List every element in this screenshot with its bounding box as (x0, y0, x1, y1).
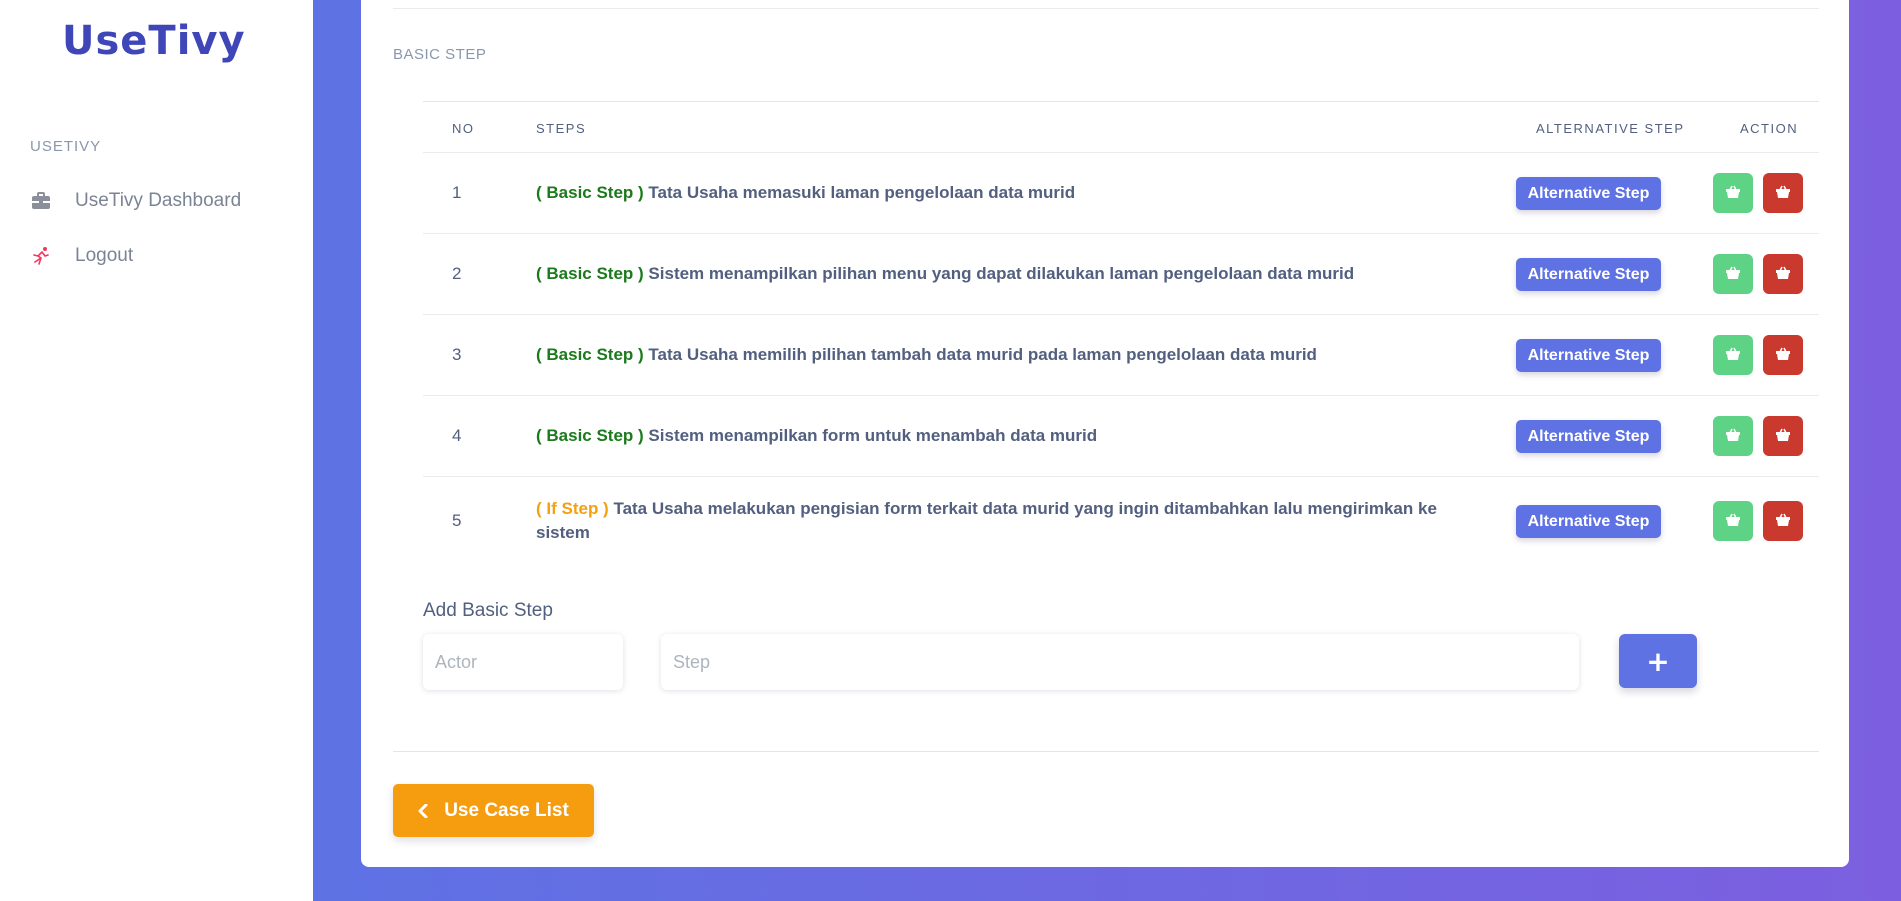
divider (393, 8, 1819, 9)
basket-icon (1776, 428, 1790, 444)
row-number: 5 (452, 511, 462, 530)
header-action: ACTION (1740, 121, 1799, 136)
table-row: 5 ( If Step ) Tata Usaha melakukan pengi… (423, 477, 1819, 565)
step-text: ( If Step ) Tata Usaha melakukan pengisi… (536, 497, 1466, 545)
sidebar-item-logout[interactable]: Logout (30, 241, 133, 271)
briefcase-icon (30, 190, 52, 212)
basket-icon (1776, 266, 1790, 282)
sidebar-item-dashboard[interactable]: UseTivy Dashboard (30, 186, 241, 216)
table-row: 4 ( Basic Step ) Sistem menampilkan form… (423, 396, 1819, 477)
delete-button[interactable] (1763, 254, 1803, 294)
steps-table: NO STEPS ALTERNATIVE STEP ACTION 1 ( Bas… (423, 101, 1819, 565)
alternative-step-button[interactable]: Alternative Step (1516, 505, 1661, 538)
basket-icon (1726, 513, 1740, 529)
step-tag: ( Basic Step ) (536, 264, 644, 283)
table-header: NO STEPS ALTERNATIVE STEP ACTION (423, 102, 1819, 153)
edit-button[interactable] (1713, 254, 1753, 294)
basket-icon (1726, 266, 1740, 282)
chevron-left-icon (418, 803, 428, 818)
logo[interactable]: UseTivy (62, 18, 246, 64)
basket-icon (1776, 347, 1790, 363)
row-number: 1 (452, 183, 462, 202)
step-input[interactable] (661, 634, 1579, 690)
edit-button[interactable] (1713, 501, 1753, 541)
delete-button[interactable] (1763, 416, 1803, 456)
header-no: NO (452, 121, 475, 136)
header-alternative-step: ALTERNATIVE STEP (1536, 121, 1685, 136)
alternative-step-button[interactable]: Alternative Step (1516, 258, 1661, 291)
delete-button[interactable] (1763, 501, 1803, 541)
use-case-list-button[interactable]: Use Case List (393, 784, 594, 837)
row-number: 3 (452, 345, 462, 364)
use-case-list-label: Use Case List (444, 799, 569, 821)
edit-button[interactable] (1713, 173, 1753, 213)
add-basic-step-label: Add Basic Step (423, 600, 553, 621)
running-person-icon (30, 245, 52, 267)
step-description: Sistem menampilkan form untuk menambah d… (643, 426, 1098, 445)
delete-button[interactable] (1763, 335, 1803, 375)
step-text: ( Basic Step ) Tata Usaha memasuki laman… (536, 181, 1466, 205)
step-description: Sistem menampilkan pilihan menu yang dap… (643, 264, 1355, 283)
sidebar-item-label: UseTivy Dashboard (75, 190, 242, 211)
basket-icon (1726, 428, 1740, 444)
basket-icon (1726, 185, 1740, 201)
step-tag: ( Basic Step ) (536, 345, 644, 364)
edit-button[interactable] (1713, 335, 1753, 375)
add-step-button[interactable]: + (1619, 634, 1697, 688)
alternative-step-button[interactable]: Alternative Step (1516, 339, 1661, 372)
row-number: 2 (452, 264, 462, 283)
step-text: ( Basic Step ) Sistem menampilkan form u… (536, 424, 1466, 448)
basket-icon (1776, 185, 1790, 201)
sidebar: UseTivy USETIVY UseTivy Dashboard Logout (0, 0, 313, 901)
step-text: ( Basic Step ) Tata Usaha memilih piliha… (536, 343, 1466, 367)
edit-button[interactable] (1713, 416, 1753, 456)
actor-input[interactable] (423, 634, 623, 690)
table-row: 3 ( Basic Step ) Tata Usaha memilih pili… (423, 315, 1819, 396)
row-number: 4 (452, 426, 462, 445)
alternative-step-button[interactable]: Alternative Step (1516, 177, 1661, 210)
basket-icon (1726, 347, 1740, 363)
step-tag: ( If Step ) (536, 499, 609, 518)
step-text: ( Basic Step ) Sistem menampilkan piliha… (536, 262, 1466, 286)
step-description: Tata Usaha melakukan pengisian form terk… (536, 499, 1437, 542)
sidebar-item-label: Logout (75, 245, 134, 266)
delete-button[interactable] (1763, 173, 1803, 213)
divider (393, 751, 1819, 752)
step-tag: ( Basic Step ) (536, 183, 644, 202)
step-description: Tata Usaha memilih pilihan tambah data m… (643, 345, 1317, 364)
table-row: 2 ( Basic Step ) Sistem menampilkan pili… (423, 234, 1819, 315)
basket-icon (1776, 513, 1790, 529)
sidebar-heading: USETIVY (30, 138, 102, 155)
table-row: 1 ( Basic Step ) Tata Usaha memasuki lam… (423, 153, 1819, 234)
section-label: BASIC STEP (393, 46, 487, 63)
step-description: Tata Usaha memasuki laman pengelolaan da… (643, 183, 1076, 202)
step-tag: ( Basic Step ) (536, 426, 644, 445)
header-steps: STEPS (536, 121, 587, 136)
alternative-step-button[interactable]: Alternative Step (1516, 420, 1661, 453)
